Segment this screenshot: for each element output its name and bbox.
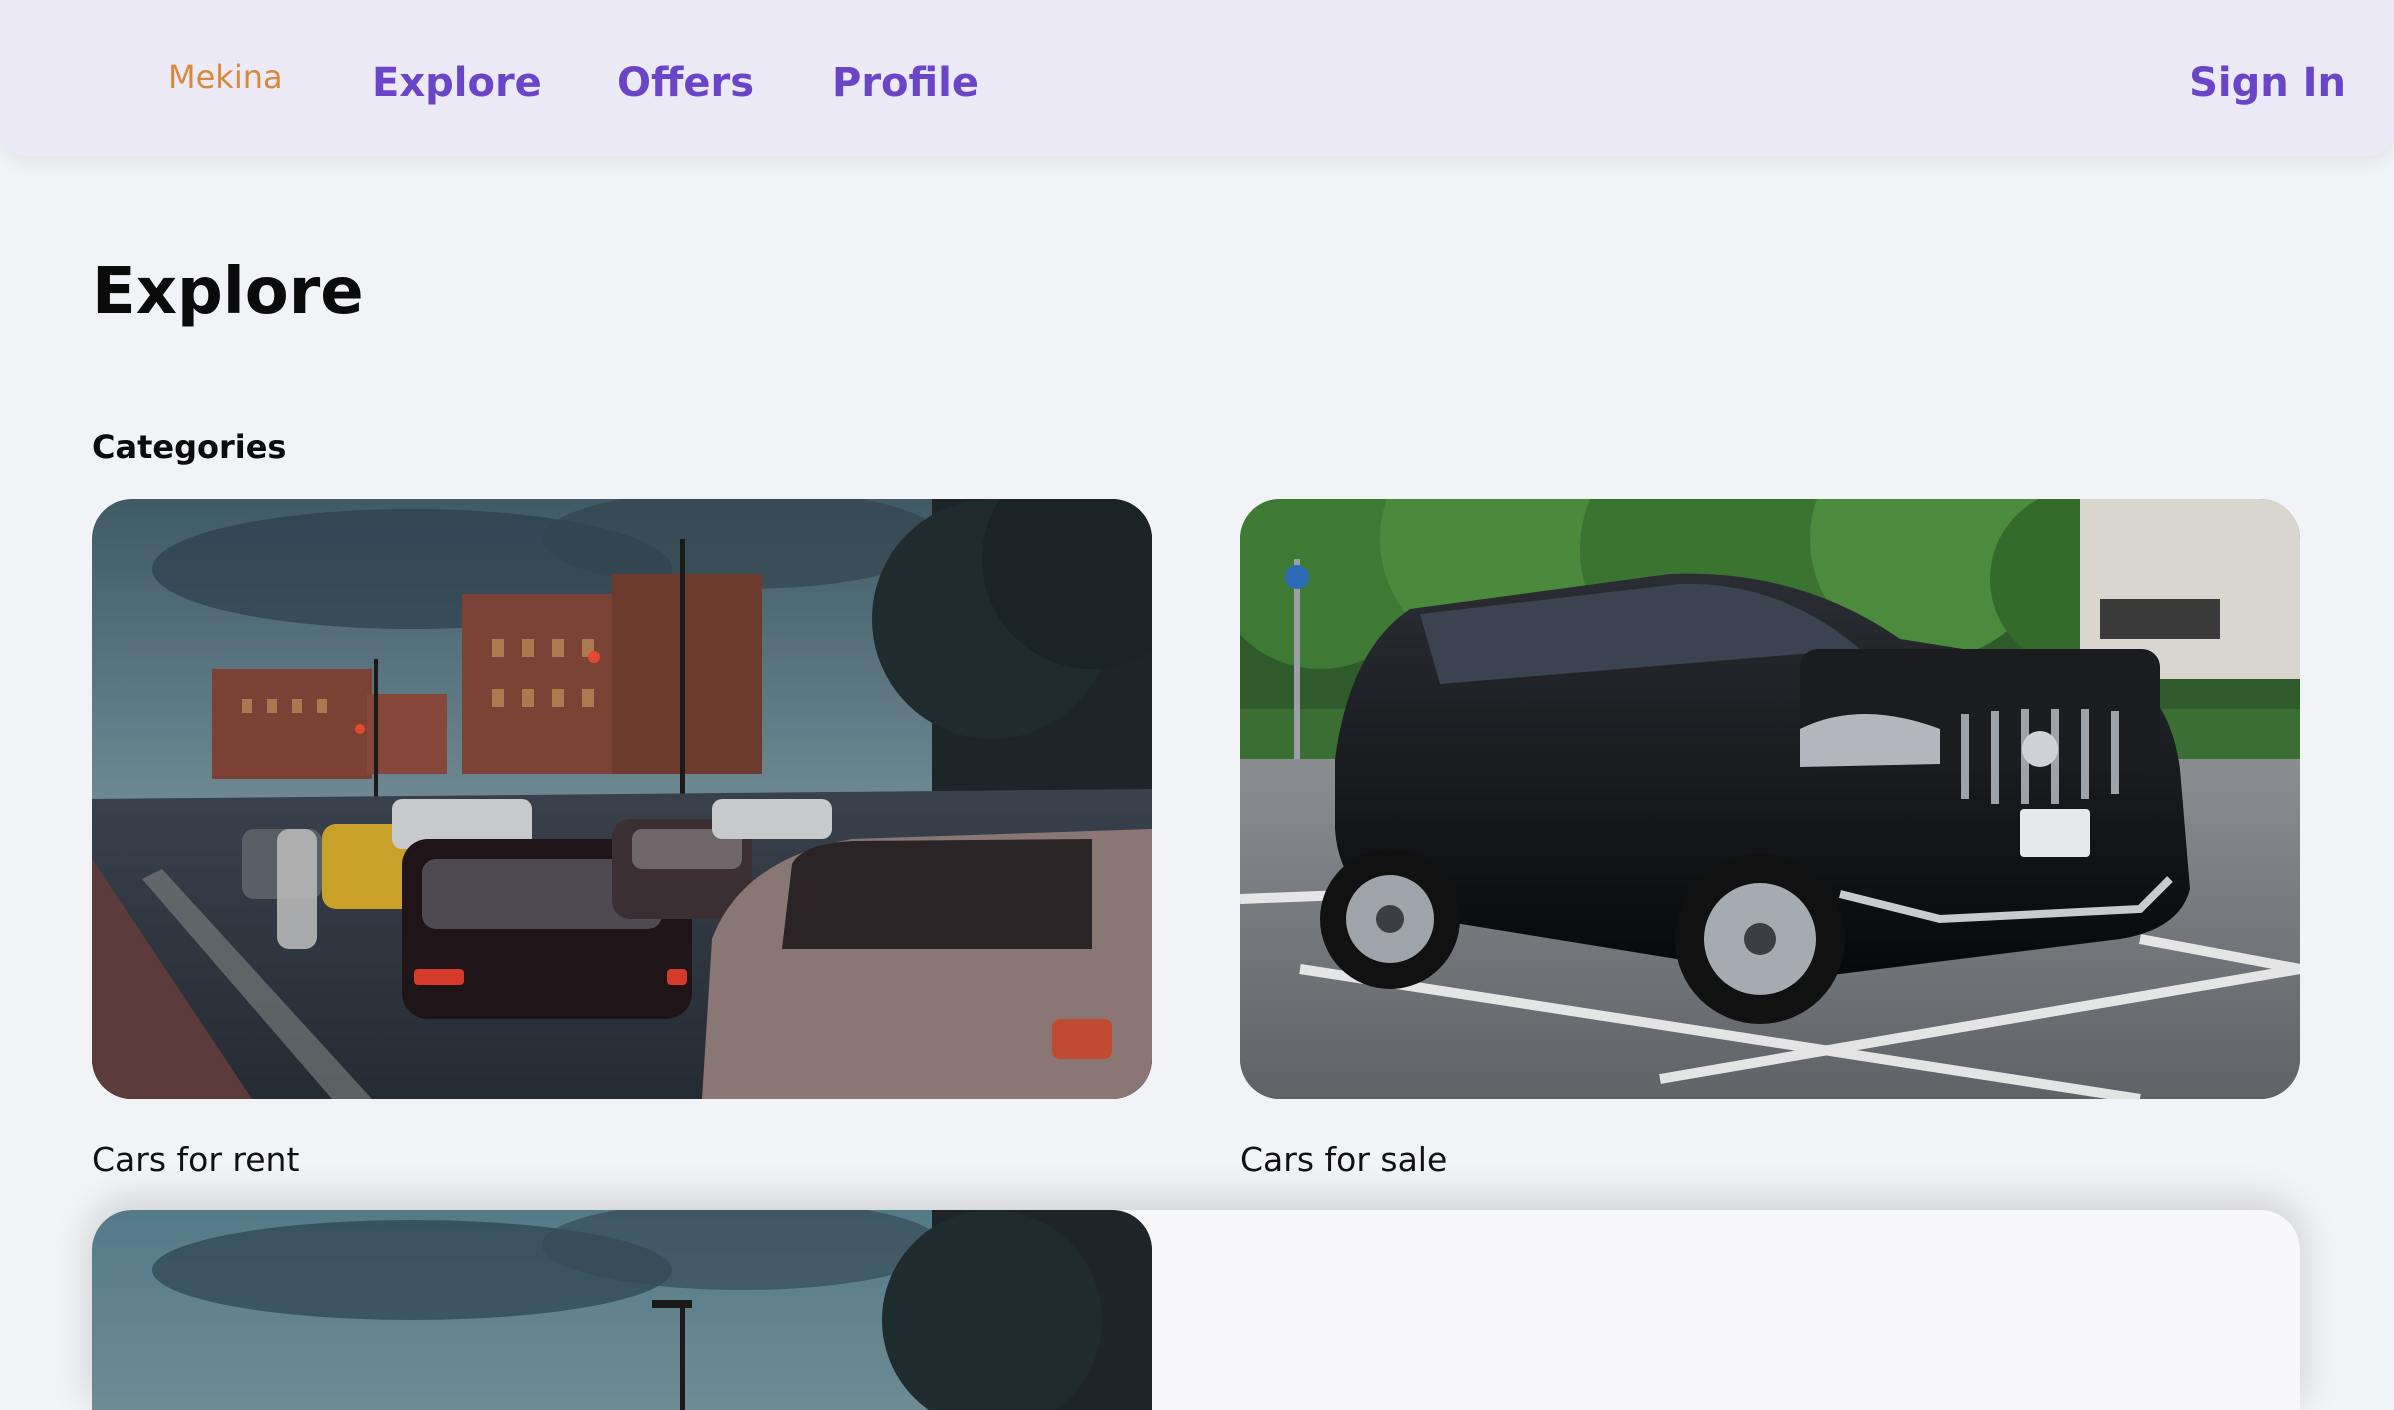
top-navbar: Mekina Explore Offers Profile Sign In: [0, 0, 2394, 156]
sign-in-link[interactable]: Sign In: [2189, 60, 2346, 106]
category-card-sale[interactable]: [1240, 499, 2300, 1099]
city-traffic-photo: [92, 499, 1152, 1099]
category-card-next[interactable]: [92, 1210, 1152, 1410]
categories-heading: Categories: [92, 428, 287, 466]
black-suv-photo: [1240, 499, 2300, 1099]
page-title: Explore: [92, 255, 364, 329]
nav-profile-link[interactable]: Profile: [832, 60, 979, 106]
category-label-sale[interactable]: Cars for sale: [1240, 1140, 1447, 1179]
city-traffic-photo-preview: [92, 1210, 1152, 1410]
brand-logo[interactable]: Mekina: [168, 58, 283, 96]
category-label-rent[interactable]: Cars for rent: [92, 1140, 299, 1179]
nav-offers-link[interactable]: Offers: [617, 60, 754, 106]
nav-explore-link[interactable]: Explore: [372, 60, 542, 106]
category-card-rent[interactable]: [92, 499, 1152, 1099]
